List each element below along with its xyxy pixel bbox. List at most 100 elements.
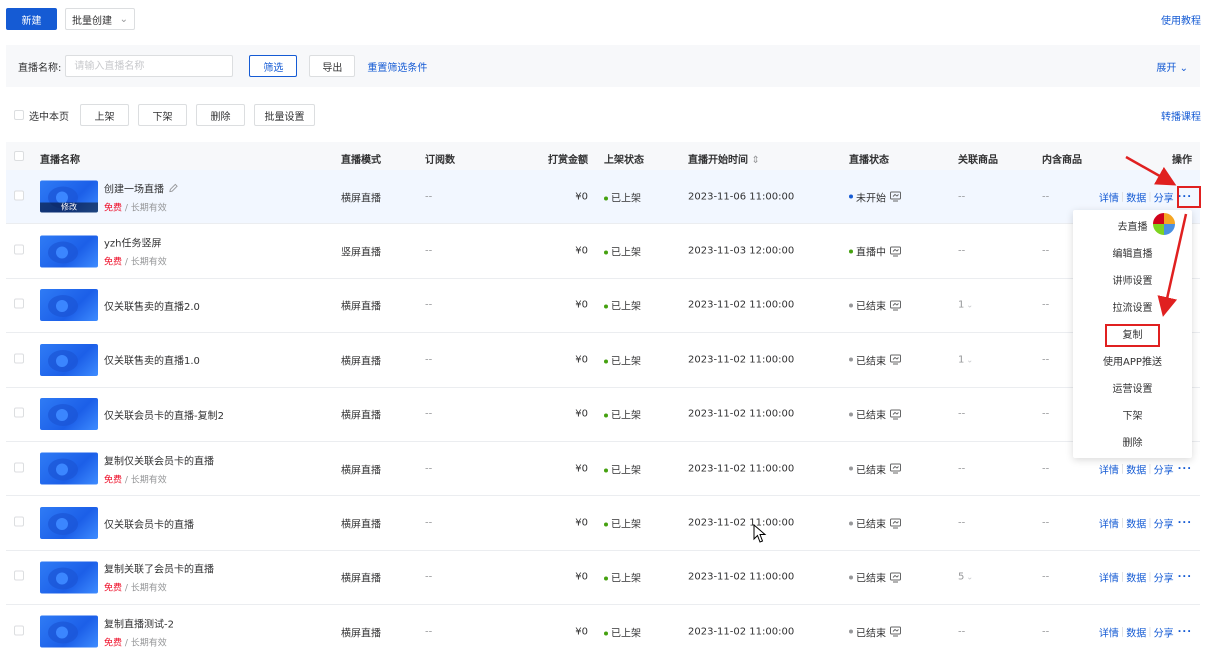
export-button[interactable]: 导出 [309, 55, 356, 77]
select-page-checkbox[interactable] [14, 110, 24, 120]
menu-item-5[interactable]: 使用APP推送 [1073, 349, 1192, 376]
live-status-wrap: 已结束 [849, 352, 901, 367]
row-checkbox[interactable] [14, 407, 24, 418]
price-validity: 免费 / 长期有效 [104, 472, 214, 485]
live-title[interactable]: 复制直播测试-2 [104, 615, 174, 630]
data-link[interactable]: 数据 [1126, 461, 1146, 476]
relay-course-link[interactable]: 转播课程 [1161, 108, 1201, 123]
row-checkbox[interactable] [14, 570, 24, 581]
row-checkbox[interactable] [14, 190, 24, 201]
detail-link[interactable]: 详情 [1099, 189, 1119, 204]
live-cover-image[interactable] [40, 561, 98, 594]
related-products: -- [958, 518, 965, 529]
live-cover-image[interactable] [40, 235, 98, 268]
detail-link[interactable]: 详情 [1099, 624, 1119, 639]
live-title[interactable]: 复制仅关联会员卡的直播 [104, 452, 214, 467]
row-operations: 详情|数据|分享··· [1099, 461, 1192, 476]
live-status-text: 直播中 [856, 247, 886, 259]
data-link[interactable]: 数据 [1126, 516, 1146, 531]
status-dot-icon [604, 250, 608, 255]
row-checkbox[interactable] [14, 298, 24, 309]
share-link[interactable]: 分享 [1154, 461, 1174, 476]
bulk-delete-button[interactable]: 删除 [196, 104, 245, 126]
price-validity: 免费 / 长期有效 [104, 200, 178, 213]
more-icon[interactable]: ··· [1178, 463, 1192, 474]
detail-link[interactable]: 详情 [1099, 461, 1119, 476]
help-link[interactable]: 使用教程 [1161, 12, 1201, 27]
data-link[interactable]: 数据 [1126, 570, 1146, 585]
row-checkbox[interactable] [14, 462, 24, 473]
row-checkbox[interactable] [14, 516, 24, 527]
live-title[interactable]: 创建一场直播 [104, 180, 178, 195]
related-products-count: 1 [958, 354, 965, 366]
related-products[interactable]: 5 ⌄ [958, 572, 973, 583]
menu-item-8[interactable]: 删除 [1073, 430, 1192, 457]
detail-link[interactable]: 详情 [1099, 516, 1119, 531]
related-products[interactable]: 1 ⌄ [958, 354, 973, 365]
menu-item-4[interactable]: 复制 [1103, 322, 1162, 349]
row-checkbox[interactable] [14, 353, 24, 364]
floating-assistant-icon[interactable] [1151, 211, 1177, 237]
more-icon[interactable]: ··· [1178, 572, 1192, 583]
live-status: 已结束 [849, 624, 901, 639]
related-products-count: -- [958, 463, 966, 475]
live-cover-image[interactable] [40, 615, 98, 648]
included-products: -- [1042, 299, 1050, 311]
menu-item-2[interactable]: 讲师设置 [1073, 268, 1192, 295]
related-products[interactable]: 1 ⌄ [958, 300, 973, 311]
live-status: 未开始 [849, 189, 901, 204]
row-checkbox[interactable] [14, 625, 24, 636]
share-link[interactable]: 分享 [1154, 516, 1174, 531]
live-title[interactable]: 仅关联售卖的直播1.0 [104, 352, 200, 367]
share-link[interactable]: 分享 [1154, 624, 1174, 639]
live-cover-image[interactable] [40, 507, 98, 540]
menu-item-3[interactable]: 拉流设置 [1073, 295, 1192, 322]
live-title-text: 复制关联了会员卡的直播 [104, 564, 214, 576]
bulk-off-shelf-button[interactable]: 下架 [138, 104, 187, 126]
data-link[interactable]: 数据 [1126, 624, 1146, 639]
batch-create-dropdown[interactable]: 批量创建 ⌄ [65, 8, 135, 30]
more-icon[interactable]: ··· [1178, 626, 1192, 637]
new-button[interactable]: 新建 [6, 8, 57, 30]
live-cover-image[interactable] [40, 398, 98, 431]
batch-settings-button[interactable]: 批量设置 [254, 104, 315, 126]
divider: | [1120, 463, 1125, 475]
name-search-input[interactable] [65, 55, 234, 77]
expand-filter-toggle[interactable]: 展开 ⌄ [1156, 59, 1188, 74]
live-cover-image[interactable] [40, 343, 98, 376]
reset-filter-link[interactable]: 重置筛选条件 [367, 59, 427, 74]
menu-item-1[interactable]: 编辑直播 [1073, 241, 1192, 268]
status-dot-icon [849, 466, 853, 471]
monitor-icon [890, 626, 901, 637]
table-row: 复制直播测试-2 免费 / 长期有效 横屏直播 -- ¥0 已上架 2023-11-02 1… [6, 605, 1200, 656]
included-products: -- [1042, 517, 1050, 529]
live-title[interactable]: 复制关联了会员卡的直播 [104, 561, 214, 576]
data-link[interactable]: 数据 [1126, 189, 1146, 204]
menu-item-6[interactable]: 运营设置 [1073, 376, 1192, 403]
live-cover-image[interactable] [40, 452, 98, 485]
header-checkbox[interactable] [14, 151, 24, 161]
menu-item-7[interactable]: 下架 [1073, 403, 1192, 430]
row-checkbox[interactable] [14, 244, 24, 255]
live-title[interactable]: 仅关联会员卡的直播 [104, 516, 194, 531]
share-link[interactable]: 分享 [1154, 189, 1174, 204]
live-cover-image[interactable] [40, 289, 98, 322]
validity-text: / 长期有效 [124, 638, 167, 649]
bulk-on-shelf-button[interactable]: 上架 [80, 104, 129, 126]
filter-button[interactable]: 筛选 [249, 55, 298, 77]
more-icon[interactable]: ··· [1178, 518, 1192, 529]
live-title[interactable]: 仅关联会员卡的直播-复制2 [104, 407, 224, 422]
cover-edit-label[interactable]: 修改 [40, 202, 98, 213]
live-title[interactable]: yzh任务竖屏 [104, 235, 167, 250]
col-start-time[interactable]: 直播开始时间 ⇕ [688, 151, 760, 166]
shelf-status-text: 已上架 [611, 410, 641, 422]
live-cover-image[interactable]: 修改 [40, 180, 98, 213]
price-validity: 免费 / 长期有效 [104, 255, 167, 268]
live-name-cell: 仅关联会员卡的直播 [40, 507, 194, 540]
live-status-text: 已结束 [856, 628, 886, 640]
share-link[interactable]: 分享 [1154, 570, 1174, 585]
live-title[interactable]: 仅关联售卖的直播2.0 [104, 298, 200, 313]
edit-pencil-icon[interactable] [169, 183, 178, 192]
start-time: 2023-11-06 11:00:00 [688, 191, 795, 203]
detail-link[interactable]: 详情 [1099, 570, 1119, 585]
